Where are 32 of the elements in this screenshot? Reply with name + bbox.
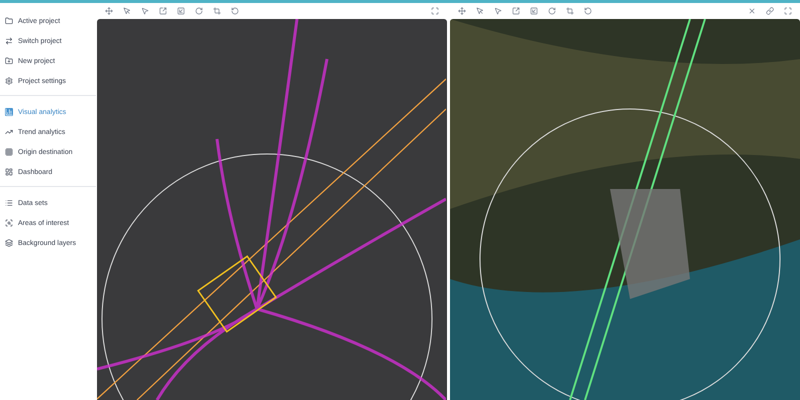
export-icon[interactable] (159, 7, 167, 15)
grid-icon (5, 148, 13, 156)
dashboard-icon (5, 168, 13, 176)
rotate-icon[interactable] (548, 7, 556, 15)
move-icon[interactable] (105, 7, 113, 15)
fullscreen-icon[interactable] (784, 7, 792, 15)
map-placeholder[interactable] (450, 19, 800, 400)
pointer-icon[interactable] (476, 7, 484, 15)
import-icon[interactable] (177, 7, 185, 15)
close-icon[interactable] (748, 7, 756, 15)
crop-icon[interactable] (213, 7, 221, 15)
export-icon[interactable] (512, 7, 520, 15)
list-icon (5, 199, 13, 207)
crop-icon[interactable] (566, 7, 574, 15)
cursor-icon[interactable] (141, 7, 149, 15)
move-icon[interactable] (458, 7, 466, 15)
undo-icon[interactable] (231, 7, 239, 15)
link-icon[interactable] (766, 7, 774, 15)
pointer-icon[interactable] (123, 7, 131, 15)
import-icon[interactable] (530, 7, 538, 15)
folder-plus-icon (5, 57, 13, 65)
folder-icon (5, 17, 13, 25)
undo-icon[interactable] (584, 7, 592, 15)
settings-icon (5, 77, 13, 85)
arrows-icon (5, 37, 13, 45)
fullscreen-icon[interactable] (431, 7, 439, 15)
layers-icon (5, 239, 13, 247)
rotate-icon[interactable] (195, 7, 203, 15)
cursor-icon[interactable] (494, 7, 502, 15)
search-area-icon (5, 219, 13, 227)
chart-icon (5, 108, 13, 116)
trend-icon (5, 128, 13, 136)
